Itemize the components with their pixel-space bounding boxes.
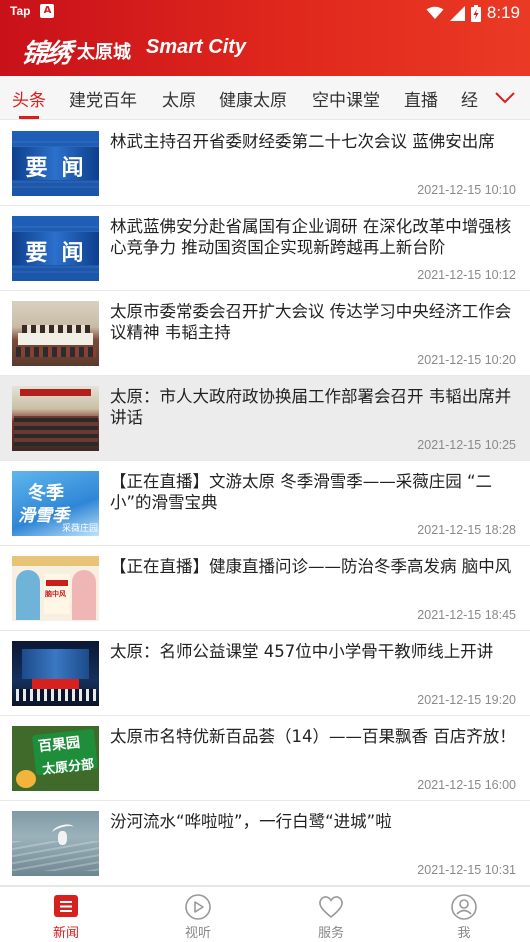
tab-air-classroom[interactable]: 空中课堂 [312,86,380,111]
news-icon [54,895,78,917]
news-thumbnail [12,811,99,876]
news-item[interactable]: 要闻 林武蓝佛安分赴省属国有企业调研 在深化改革中增强核心竞争力 推动国资国企实… [0,206,530,291]
news-thumbnail [12,301,99,366]
notification-a-icon: A [40,4,55,18]
logo-smart-city: Smart City [146,36,247,58]
tab-healthy-taiyuan[interactable]: 健康太原 [219,86,287,111]
news-thumbnail: 要闻 [12,131,99,196]
status-bar: Tap A 8:19 [0,0,530,28]
news-date: 2021-12-15 10:12 [417,268,516,282]
tab-party-centennial[interactable]: 建党百年 [69,86,137,111]
news-item[interactable]: 太原市委常委会召开扩大会议 传达学习中央经济工作会议精神 韦韬主持 2021-1… [0,291,530,376]
bottom-navigation: 新闻 视听 服务 我 [0,886,530,942]
news-title: 太原市委常委会召开扩大会议 传达学习中央经济工作会议精神 韦韬主持 [110,302,512,342]
nav-label: 新闻 [52,926,79,941]
news-item[interactable]: 太原：名师公益课堂 457位中小学骨干教师线上开讲 2021-12-15 19:… [0,631,530,716]
nav-label: 视听 [184,926,211,941]
play-circle-icon [185,894,211,920]
news-item[interactable]: 太原：市人大政府政协换届工作部署会召开 韦韬出席并讲话 2021-12-15 1… [0,376,530,461]
news-thumbnail: 冬季 滑雪季 采薇庄园 [12,471,99,536]
nav-media[interactable]: 视听 [132,887,264,942]
thumbnail-label: 太原分部 [41,757,95,778]
heart-icon [319,896,343,918]
wifi-icon [426,6,444,19]
nav-me[interactable]: 我 [398,887,530,942]
app-bar: 锦绣 太原城 Smart City [0,28,530,76]
active-tab-indicator [19,116,39,119]
news-title: 太原：市人大政府政协换届工作部署会召开 韦韬出席并讲话 [110,387,512,427]
news-date: 2021-12-15 16:00 [417,778,516,792]
logo-city-name: 太原城 [77,42,131,63]
chevron-down-icon [495,91,515,103]
user-icon [451,894,477,920]
thumbnail-label: 要闻 [25,156,98,181]
logo-script: 锦绣 [19,39,72,69]
nav-services[interactable]: 服务 [265,887,397,942]
news-title: 汾河流水“哗啦啦”，一行白鹭“进城”啦 [110,812,392,831]
news-item[interactable]: 要闻 林武主持召开省委财经委第二十七次会议 蓝佛安出席 2021-12-15 1… [0,121,530,206]
news-item[interactable]: 冬季 滑雪季 采薇庄园 【正在直播】文游太原 冬季滑雪季——采薇庄园 “二小”的… [0,461,530,546]
news-item[interactable]: 百果园 太原分部 太原市名特优新百品荟（14）——百果飘香 百店齐放！ 2021… [0,716,530,801]
news-title: 【正在直播】健康直播问诊——防治冬季高发病 脑中风 [110,557,512,576]
carrier-label: Tap [10,4,31,18]
news-item[interactable]: 汾河流水“哗啦啦”，一行白鹭“进城”啦 2021-12-15 10:31 [0,801,530,886]
tab-live[interactable]: 直播 [404,86,438,111]
news-thumbnail [12,386,99,451]
nav-label: 我 [457,926,471,941]
news-date: 2021-12-15 18:28 [417,523,516,537]
news-date: 2021-12-15 19:20 [417,693,516,707]
thumbnail-label: 脑中风 [45,590,66,598]
news-title: 太原：名师公益课堂 457位中小学骨干教师线上开讲 [110,642,494,661]
nav-news[interactable]: 新闻 [0,887,132,942]
news-title: 太原市名特优新百品荟（14）——百果飘香 百店齐放！ [110,727,516,746]
news-title: 林武蓝佛安分赴省属国有企业调研 在深化改革中增强核心竞争力 推动国资国企实现新跨… [110,217,512,257]
news-thumbnail [12,641,99,706]
news-date: 2021-12-15 18:45 [417,608,516,622]
news-thumbnail: 脑中风 [12,556,99,621]
news-title: 【正在直播】文游太原 冬季滑雪季——采薇庄园 “二小”的滑雪宝典 [110,472,493,512]
news-list: 要闻 林武主持召开省委财经委第二十七次会议 蓝佛安出席 2021-12-15 1… [0,121,530,886]
news-title: 林武主持召开省委财经委第二十七次会议 蓝佛安出席 [110,132,495,151]
news-date: 2021-12-15 10:10 [417,183,516,197]
battery-charging-icon [470,4,481,22]
tab-headlines[interactable]: 头条 [12,86,46,111]
signal-icon [449,5,465,21]
news-thumbnail: 要闻 [12,216,99,281]
news-item[interactable]: 脑中风 【正在直播】健康直播问诊——防治冬季高发病 脑中风 2021-12-15… [0,546,530,631]
tab-taiyuan[interactable]: 太原 [162,86,196,111]
tab-economy[interactable]: 经 [461,86,478,111]
clock: 8:19 [486,3,520,22]
news-thumbnail: 百果园 太原分部 [12,726,99,791]
thumbnail-label: 采薇庄园 [62,524,99,534]
news-date: 2021-12-15 10:20 [417,353,516,367]
more-channels-button[interactable] [480,76,530,119]
channel-tabs: 头条 建党百年 太原 健康太原 空中课堂 直播 经 [0,76,530,120]
nav-label: 服务 [317,926,344,941]
thumbnail-label: 要闻 [25,241,98,266]
news-date: 2021-12-15 10:25 [417,438,516,452]
app-header: Tap A 8:19 锦绣 太原城 Smart City [0,0,530,76]
news-date: 2021-12-15 10:31 [417,863,516,877]
